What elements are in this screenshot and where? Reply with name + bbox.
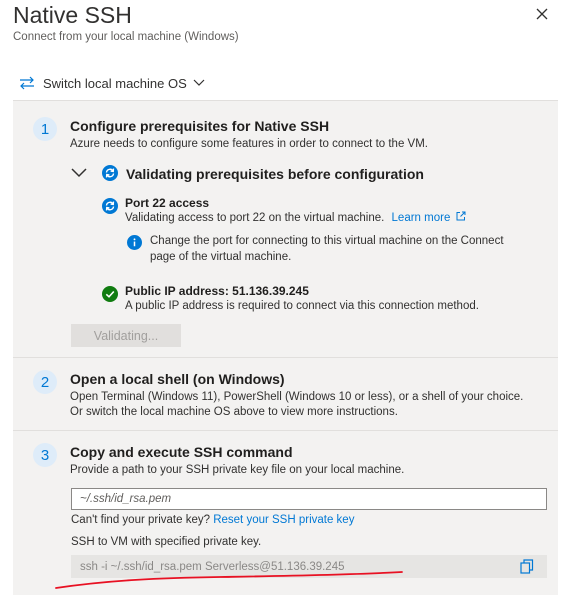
close-icon xyxy=(536,8,548,20)
port-22-description: Validating access to port 22 on the virt… xyxy=(125,212,385,224)
step-2-number: 2 xyxy=(33,370,57,394)
step-2-line-1: Open Terminal (Windows 11), PowerShell (… xyxy=(70,391,524,403)
red-annotation-underline xyxy=(55,571,403,589)
public-ip-title: Public IP address: 51.136.39.245 xyxy=(125,284,309,298)
learn-more-label: Learn more xyxy=(391,212,451,224)
close-button[interactable] xyxy=(533,5,551,23)
validation-collapse-toggle[interactable] xyxy=(70,166,88,180)
port-22-description-row: Validating access to port 22 on the virt… xyxy=(125,211,466,226)
step-divider xyxy=(13,430,558,431)
validation-title: Validating prerequisites before configur… xyxy=(126,166,424,182)
port-info-line-1: Change the port for connecting to this v… xyxy=(150,235,504,247)
step-2-title: Open a local shell (on Windows) xyxy=(70,371,285,387)
page-subtitle: Connect from your local machine (Windows… xyxy=(13,31,239,43)
cant-find-key-row: Can't find your private key? Reset your … xyxy=(71,513,354,528)
step-3-description: Provide a path to your SSH private key f… xyxy=(70,464,405,476)
switch-os-label: Switch local machine OS xyxy=(43,75,187,91)
port-22-title: Port 22 access xyxy=(125,196,210,210)
swap-arrows-icon xyxy=(20,76,34,90)
copy-icon xyxy=(520,559,534,574)
chevron-down-icon xyxy=(71,168,87,178)
step-1-description: Azure needs to configure some features i… xyxy=(70,138,428,150)
step-1-title: Configure prerequisites for Native SSH xyxy=(70,118,330,134)
checkmark-circle-icon xyxy=(102,286,118,302)
step-1-number: 1 xyxy=(33,117,57,141)
step-3-number: 3 xyxy=(33,443,57,467)
external-link-icon xyxy=(456,211,466,221)
sync-icon xyxy=(102,165,118,181)
page-title: Native SSH xyxy=(13,2,132,28)
reset-ssh-key-link[interactable]: Reset your SSH private key xyxy=(213,514,354,526)
chevron-down-icon xyxy=(193,79,205,86)
step-2-line-2: Or switch the local machine OS above to … xyxy=(70,406,398,418)
validating-button[interactable]: Validating... xyxy=(71,324,181,347)
port-info-line-2: page of the virtual machine. xyxy=(150,251,292,263)
copy-command-button[interactable] xyxy=(516,557,538,576)
info-icon xyxy=(127,235,142,250)
ssh-label: SSH to VM with specified private key. xyxy=(71,536,262,548)
learn-more-link[interactable]: Learn more xyxy=(391,211,466,224)
cant-find-key-text: Can't find your private key? xyxy=(71,514,210,526)
step-3-title: Copy and execute SSH command xyxy=(70,444,293,460)
switch-os-button[interactable]: Switch local machine OS xyxy=(19,73,205,93)
public-ip-description: A public IP address is required to conne… xyxy=(125,300,479,312)
private-key-path-input[interactable] xyxy=(71,488,547,510)
step-divider xyxy=(13,357,558,358)
sync-icon xyxy=(102,198,118,214)
